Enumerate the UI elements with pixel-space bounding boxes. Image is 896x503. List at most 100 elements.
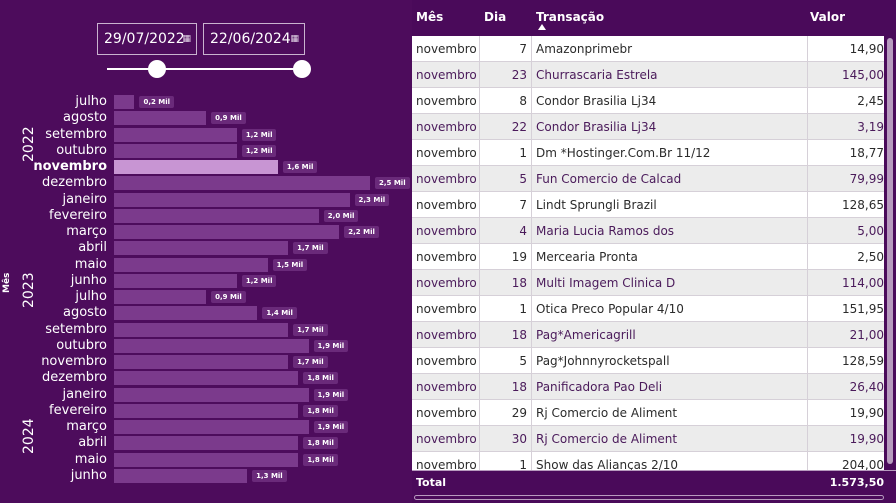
data-label: 0,9 Mil (211, 112, 246, 125)
cell-dia: 7 (480, 36, 532, 61)
cell-transacao: Condor Brasilia Lj34 (532, 88, 808, 113)
table-row[interactable]: novembro 1 Otica Preco Popular 4/10 151,95 (412, 296, 884, 322)
data-label: 1,6 Mil (282, 161, 318, 173)
month-label: março (66, 419, 107, 434)
bar[interactable] (114, 127, 237, 142)
bar[interactable] (114, 420, 309, 434)
cell-valor: 3,19 (857, 120, 884, 134)
cell-valor: 21,00 (849, 328, 884, 342)
bar[interactable] (114, 387, 309, 402)
cell-transacao: Churrascaria Estrela (532, 62, 808, 87)
cell-valor: 204,00 (842, 458, 884, 470)
table-row[interactable]: novembro 19 Mercearia Pronta 2,50 (412, 244, 884, 270)
cell-valor: 128,59 (842, 354, 884, 368)
table-header: Mês Dia Transação Valor (412, 0, 896, 36)
bar[interactable] (114, 241, 289, 256)
cell-transacao: Lindt Sprungli Brazil (532, 192, 808, 217)
bar[interactable] (114, 95, 135, 109)
cell-dia: 7 (480, 192, 532, 217)
bar[interactable] (114, 452, 299, 467)
cell-valor: 114,00 (842, 276, 884, 290)
bar[interactable] (114, 355, 289, 369)
bar[interactable] (114, 257, 268, 272)
bar[interactable] (114, 338, 309, 353)
bar[interactable] (114, 290, 207, 304)
cell-dia: 30 (480, 426, 532, 451)
table-row[interactable]: novembro 22 Condor Brasilia Lj34 3,19 (412, 114, 884, 140)
cell-dia: 1 (480, 452, 532, 470)
chart-panel: 29/07/2022 ▦ 22/06/2024 ▦ Mês julho 0,2 M… (0, 0, 412, 503)
table-row[interactable]: novembro 29 Rj Comercio de Aliment 19,90 (412, 400, 884, 426)
data-label: 1,9 Mil (313, 421, 349, 433)
bar[interactable] (114, 111, 207, 126)
cell-dia: 18 (480, 374, 532, 399)
month-label: abril (78, 435, 107, 451)
bar[interactable] (114, 371, 299, 386)
bar[interactable] (114, 225, 340, 239)
column-header-valor[interactable]: Valor (810, 10, 845, 24)
column-header-transacao[interactable]: Transação (536, 10, 604, 24)
table-row[interactable]: novembro 18 Pag*Americagrill 21,00 (412, 322, 884, 348)
cell-mes: novembro (412, 62, 480, 87)
cell-transacao: Rj Comercio de Aliment (532, 426, 808, 451)
slider-start-handle[interactable] (148, 60, 166, 78)
table-row[interactable]: novembro 1 Dm *Hostinger.Com.Br 11/12 18,77 (412, 140, 884, 166)
month-label: outubro (56, 142, 107, 158)
table-row[interactable]: novembro 5 Pag*Johnnyrocketspall 128,59 (412, 348, 884, 374)
bar[interactable] (114, 403, 299, 418)
table-row[interactable]: novembro 18 Multi Imagem Clinica D 114,00 (412, 270, 884, 296)
month-label: outubro (56, 337, 107, 353)
table-row[interactable]: novembro 4 Maria Lucia Ramos dos 5,00 (412, 218, 884, 244)
calendar-icon[interactable]: ▦ (290, 24, 299, 54)
table-row[interactable]: novembro 8 Condor Brasilia Lj34 2,45 (412, 88, 884, 114)
month-label: março (66, 224, 107, 239)
year-label: 2024 (21, 418, 37, 455)
cell-mes: novembro (412, 400, 480, 425)
bar[interactable] (114, 436, 299, 451)
cell-mes: novembro (412, 348, 480, 373)
cell-dia: 1 (480, 296, 532, 321)
bar[interactable] (114, 208, 319, 223)
calendar-icon[interactable]: ▦ (182, 24, 191, 54)
bar[interactable] (114, 306, 258, 321)
month-label: julho (75, 289, 107, 304)
data-label: 1,2 Mil (241, 274, 277, 287)
bar[interactable] (114, 273, 237, 288)
month-label: setembro (45, 126, 107, 142)
horizontal-scroll-thumb[interactable] (414, 495, 884, 500)
bar[interactable] (114, 143, 237, 158)
vertical-scrollbar[interactable] (884, 36, 896, 470)
column-header-mes[interactable]: Mês (416, 10, 443, 24)
slider-end-handle[interactable] (293, 60, 311, 78)
data-label: 2,3 Mil (354, 193, 390, 206)
end-date-input[interactable]: 22/06/2024 ▦ (203, 23, 305, 55)
bar[interactable] (114, 322, 289, 337)
bar[interactable] (114, 468, 248, 483)
column-header-dia[interactable]: Dia (484, 10, 506, 24)
cell-transacao: Fun Comercio de Calcad (532, 166, 808, 191)
horizontal-scrollbar[interactable] (412, 494, 896, 502)
start-date-value: 29/07/2022 (104, 31, 185, 47)
cell-valor: 19,90 (849, 406, 884, 420)
bar[interactable] (114, 176, 370, 191)
cell-dia: 4 (480, 218, 532, 243)
cell-mes: novembro (412, 88, 480, 113)
table-total-row: Total 1.573,50 (412, 470, 896, 495)
vertical-scroll-thumb[interactable] (887, 38, 893, 464)
bar[interactable] (114, 160, 278, 174)
table-row[interactable]: novembro 7 Amazonprimebr 14,90 (412, 36, 884, 62)
table-row[interactable]: novembro 30 Rj Comercio de Aliment 19,90 (412, 426, 884, 452)
cell-mes: novembro (412, 296, 480, 321)
cell-valor: 2,50 (857, 250, 884, 264)
table-row[interactable]: novembro 18 Panificadora Pao Deli 26,40 (412, 374, 884, 400)
table-row[interactable]: novembro 23 Churrascaria Estrela 145,00 (412, 62, 884, 88)
table-row[interactable]: novembro 1 Show das Alianças 2/10 204,00 (412, 452, 884, 470)
month-label: setembro (45, 321, 107, 337)
bar[interactable] (114, 192, 350, 207)
start-date-input[interactable]: 29/07/2022 ▦ (97, 23, 197, 55)
table-row[interactable]: novembro 7 Lindt Sprungli Brazil 128,65 (412, 192, 884, 218)
cell-dia: 1 (480, 140, 532, 165)
table-row[interactable]: novembro 5 Fun Comercio de Calcad 79,99 (412, 166, 884, 192)
date-range-slider[interactable] (107, 68, 303, 70)
month-label: novembro (41, 354, 107, 369)
